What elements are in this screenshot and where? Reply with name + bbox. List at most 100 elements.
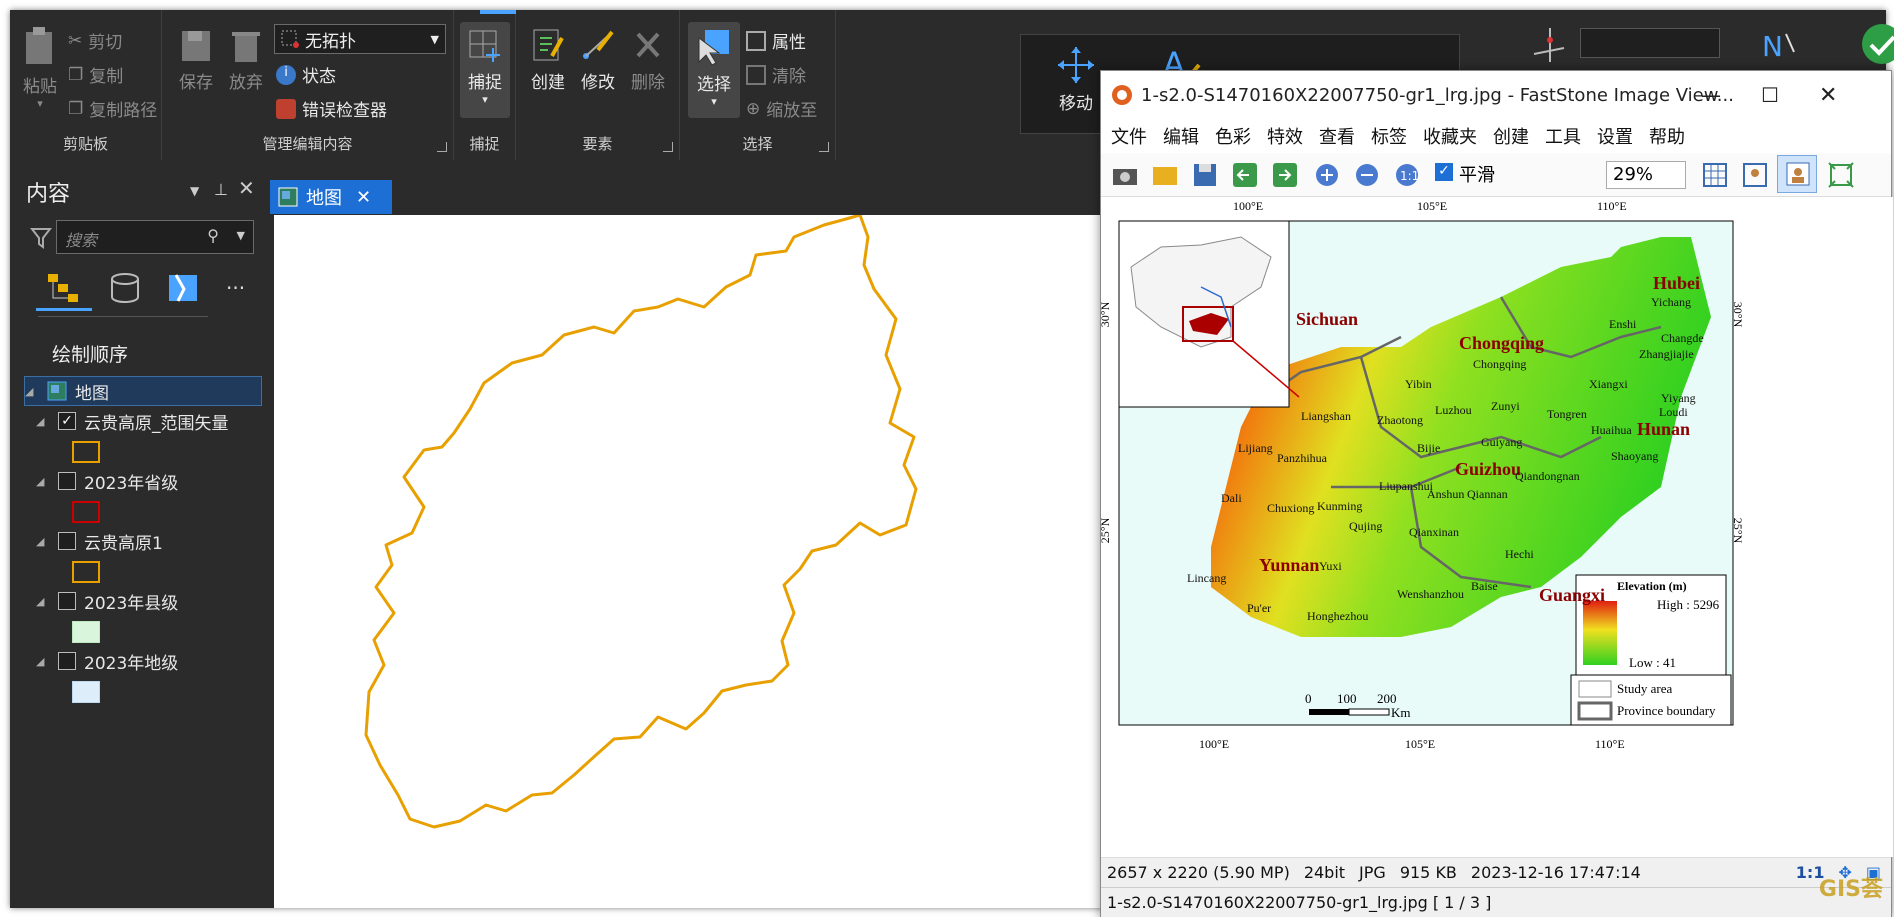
city-label: Changde bbox=[1661, 331, 1704, 345]
drawing-order-icon[interactable] bbox=[46, 272, 80, 304]
menu-file[interactable]: 文件 bbox=[1111, 123, 1147, 149]
zoom-in-icon[interactable] bbox=[1313, 161, 1341, 189]
open-folder-icon[interactable] bbox=[1151, 161, 1179, 189]
close-tab-icon[interactable]: ✕ bbox=[356, 187, 371, 208]
menu-favorites[interactable]: 收藏夹 bbox=[1423, 123, 1477, 149]
status-button[interactable]: i 状态 bbox=[276, 62, 336, 87]
launcher-icon[interactable] bbox=[437, 142, 447, 152]
menu-color[interactable]: 色彩 bbox=[1215, 123, 1251, 149]
menu-effects[interactable]: 特效 bbox=[1267, 123, 1303, 149]
menu-edit[interactable]: 编辑 bbox=[1163, 123, 1199, 149]
discard-edits-button[interactable]: 放弃 bbox=[226, 28, 266, 93]
minimize-icon[interactable]: — bbox=[1701, 83, 1721, 107]
layer-item-4[interactable]: ◢ 2023年地级 bbox=[26, 646, 178, 676]
launcher-icon[interactable] bbox=[819, 142, 829, 152]
menu-create[interactable]: 创建 bbox=[1493, 123, 1529, 149]
thumbnail-view-icon[interactable] bbox=[1701, 161, 1729, 189]
fullscreen-button[interactable] bbox=[1777, 155, 1817, 193]
data-source-icon[interactable] bbox=[108, 272, 142, 304]
zoom-out-icon[interactable] bbox=[1353, 161, 1381, 189]
menu-settings[interactable]: 设置 bbox=[1597, 123, 1633, 149]
arcgis-window: 粘贴 ▾ ✂ 剪切 ❐ 复制 ❐ 复制路径 剪贴板 保存 放弃 无拓扑 ▼ i 状态 bbox=[10, 10, 1894, 917]
camera-icon[interactable] bbox=[1111, 161, 1139, 189]
create-button[interactable]: 创建 bbox=[526, 26, 570, 93]
layer-checkbox[interactable] bbox=[58, 652, 76, 670]
modify-button[interactable]: 修改 bbox=[576, 26, 620, 93]
tick-left: 30°N bbox=[1101, 301, 1113, 328]
previous-icon[interactable] bbox=[1231, 161, 1259, 189]
paste-button[interactable]: 粘贴 ▾ bbox=[18, 24, 62, 110]
pin-icon[interactable]: ⊥ bbox=[214, 180, 228, 199]
copy-button[interactable]: ❐ 复制 bbox=[68, 62, 123, 88]
layer-item-0[interactable]: ◢ ✓ 云贵高原_范围矢量 bbox=[26, 406, 229, 436]
menu-help[interactable]: 帮助 bbox=[1649, 123, 1685, 149]
province-label: Yunnan bbox=[1259, 555, 1320, 575]
map-item[interactable]: ◢ 地图 bbox=[24, 376, 262, 406]
fit-window-icon[interactable] bbox=[1827, 161, 1855, 189]
paste-icon bbox=[26, 27, 52, 64]
collapse-icon[interactable]: ◢ bbox=[36, 475, 50, 488]
layer-checkbox[interactable] bbox=[58, 592, 76, 610]
menu-view[interactable]: 查看 bbox=[1319, 123, 1355, 149]
layer-item-3[interactable]: ◢ 2023年县级 bbox=[26, 586, 178, 616]
clear-selection-button[interactable]: 清除 bbox=[746, 62, 806, 87]
save-icon[interactable] bbox=[1191, 161, 1219, 189]
faststone-title: 1-s2.0-S1470160X22007750-gr1_lrg.jpg - F… bbox=[1141, 84, 1734, 106]
actual-size-icon[interactable]: 1:1 bbox=[1393, 161, 1421, 189]
topology-icon bbox=[281, 30, 299, 48]
layer-checkbox[interactable] bbox=[58, 532, 76, 550]
filter-icon[interactable] bbox=[30, 226, 52, 250]
menu-tags[interactable]: 标签 bbox=[1371, 123, 1407, 149]
tick-right: 25°N bbox=[1731, 517, 1746, 544]
layer-symbol[interactable] bbox=[72, 501, 100, 523]
collapse-icon[interactable]: ◢ bbox=[36, 535, 50, 548]
collapse-icon[interactable]: ◢ bbox=[36, 655, 50, 668]
menu-tools[interactable]: 工具 bbox=[1545, 123, 1581, 149]
attribute-table-icon bbox=[746, 30, 766, 51]
error-inspector-button[interactable]: 错误检查器 bbox=[276, 96, 387, 121]
attributes-button[interactable]: 属性 bbox=[746, 28, 806, 53]
zoom-to-selection-button[interactable]: ⊕ 缩放至 bbox=[746, 96, 817, 122]
topology-dropdown[interactable]: 无拓扑 ▼ bbox=[274, 24, 446, 54]
city-label: Enshi bbox=[1609, 317, 1637, 331]
collapse-icon[interactable]: ◢ bbox=[36, 415, 50, 428]
delete-button[interactable]: 删除 bbox=[626, 26, 670, 93]
cut-button[interactable]: ✂ 剪切 bbox=[68, 28, 122, 54]
close-window-icon[interactable]: ✕ bbox=[1819, 83, 1837, 108]
image-canvas[interactable]: 100°E 105°E 110°E 100°E 105°E 110°E 30°N… bbox=[1101, 197, 1893, 857]
pane-options-icon[interactable]: ▼ bbox=[190, 184, 199, 198]
smooth-checkbox[interactable]: ✓ bbox=[1435, 163, 1453, 181]
error-inspector-label: 错误检查器 bbox=[302, 101, 387, 121]
collapse-icon[interactable]: ◢ bbox=[25, 385, 39, 398]
save-edits-button[interactable]: 保存 bbox=[176, 28, 216, 93]
selection-view-icon[interactable] bbox=[166, 272, 200, 304]
next-icon[interactable] bbox=[1271, 161, 1299, 189]
layer-symbol[interactable] bbox=[72, 561, 100, 583]
drawing-order-heading: 绘制顺序 bbox=[52, 344, 129, 366]
layer-item-1[interactable]: ◢ 2023年省级 bbox=[26, 466, 178, 496]
maximize-icon[interactable]: ☐ bbox=[1761, 83, 1779, 107]
layer-item-2[interactable]: ◢ 云贵高原1 bbox=[26, 526, 163, 556]
slideshow-icon[interactable] bbox=[1741, 161, 1769, 189]
copy-path-button[interactable]: ❐ 复制路径 bbox=[68, 96, 157, 122]
layer-symbol[interactable] bbox=[72, 441, 100, 463]
zoom-input[interactable]: 29% bbox=[1606, 161, 1686, 189]
more-options-icon[interactable]: ··· bbox=[226, 276, 245, 300]
map-tab[interactable]: 地图 ✕ bbox=[270, 180, 392, 214]
edit-vertices-icon bbox=[1533, 28, 1565, 62]
city-label: Qiannan bbox=[1467, 487, 1508, 501]
close-pane-icon[interactable]: ✕ bbox=[238, 176, 255, 200]
tools-combo[interactable] bbox=[1580, 28, 1720, 58]
launcher-icon[interactable] bbox=[663, 142, 673, 152]
select-button[interactable]: 选择 ▾ bbox=[688, 22, 740, 118]
move-button[interactable]: 移动 bbox=[1051, 45, 1101, 114]
faststone-menubar: 文件 编辑 色彩 特效 查看 标签 收藏夹 创建 工具 设置 帮助 bbox=[1101, 119, 1891, 153]
search-input[interactable]: 搜索 ⚲ ▼ bbox=[56, 220, 254, 254]
snapping-button[interactable]: 捕捉 ▾ bbox=[460, 22, 510, 118]
filename-bar: 1-s2.0-S1470160X22007750-gr1_lrg.jpg [ 1… bbox=[1101, 887, 1891, 917]
layer-checkbox[interactable]: ✓ bbox=[58, 412, 76, 430]
collapse-icon[interactable]: ◢ bbox=[36, 595, 50, 608]
layer-symbol[interactable] bbox=[72, 621, 100, 643]
layer-symbol[interactable] bbox=[72, 681, 100, 703]
layer-checkbox[interactable] bbox=[58, 472, 76, 490]
